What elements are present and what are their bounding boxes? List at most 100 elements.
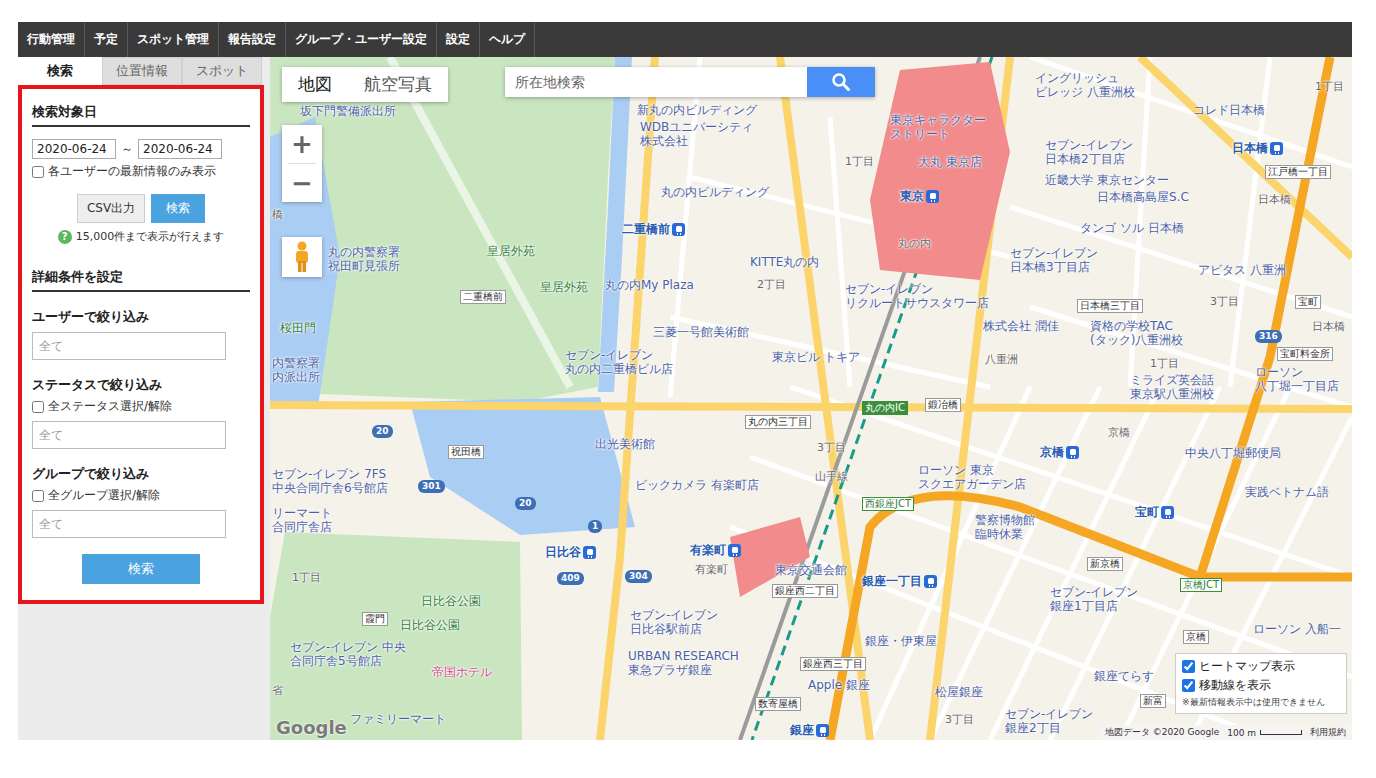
map-label[interactable]: 日本橋三丁目 (1077, 299, 1143, 313)
zoom-out-button[interactable]: − (291, 164, 313, 202)
filter-toggle-box[interactable] (32, 401, 44, 413)
map-label[interactable]: 3丁目 (945, 713, 974, 727)
map-label[interactable]: 301 (418, 480, 445, 493)
location-search-input[interactable] (505, 67, 807, 97)
map-label[interactable]: ファミリーマート (350, 712, 446, 726)
map-label[interactable]: 八重洲 (985, 353, 1018, 367)
map-label[interactable]: 京橋JCT (1180, 578, 1222, 592)
filter-input[interactable] (32, 421, 226, 449)
latest-only-checkbox[interactable]: 各ユーザーの最新情報のみ表示 (32, 163, 250, 180)
map-label[interactable]: 丸の内ビルディング (661, 185, 769, 199)
filter-toggle[interactable]: 全グループ選択/解除 (32, 487, 250, 504)
map-label[interactable]: 坂下門警備派出所 (300, 104, 396, 118)
map-label[interactable]: 409 (557, 572, 584, 585)
map-label[interactable]: 江戸橋一丁目 (1265, 165, 1331, 179)
nav-item[interactable]: 予定 (85, 22, 128, 57)
map-label[interactable]: 皇居外苑 (487, 244, 535, 258)
map-label[interactable]: 3丁目 (1210, 295, 1239, 309)
csv-button[interactable]: CSV出力 (77, 194, 145, 223)
map-label[interactable]: 有楽町 (695, 563, 728, 577)
map-label[interactable]: ローソン八丁堀一丁目店 (1255, 365, 1339, 393)
map-label[interactable]: 丸の内三丁目 (745, 415, 811, 429)
map-label[interactable]: セブン-イレブンリクルートサウスタワー店 (845, 282, 989, 310)
side-tab[interactable]: 位置情報 (102, 57, 182, 85)
map-label[interactable]: 日比谷公園 (421, 594, 481, 608)
map-label[interactable]: 株式会社 潤佳 (983, 319, 1059, 333)
map-label[interactable]: 3丁目 (817, 441, 846, 455)
nav-item[interactable]: スポット管理 (128, 22, 219, 57)
map-label[interactable]: セブン-イレブン日本橋3丁目店 (1010, 246, 1098, 274)
layer-toggle[interactable]: 移動線を表示 (1182, 677, 1340, 694)
map-label[interactable]: 1 (588, 520, 602, 533)
map-label[interactable]: 山手線 (815, 470, 848, 484)
map-label[interactable]: 松屋銀座 (935, 685, 983, 699)
map-label[interactable]: 東京交通会館 (775, 563, 847, 577)
map-label[interactable]: セブン-イレブン丸の内二重橋ビル店 (565, 348, 673, 376)
map-label[interactable]: 日比谷公園 (400, 618, 460, 632)
map-label[interactable]: 霞門 (362, 612, 388, 626)
map-label[interactable]: 1丁目 (1150, 357, 1179, 371)
terms-link[interactable]: 利用規約 (1310, 726, 1346, 739)
map-label[interactable]: 銀座てらす (1094, 669, 1154, 683)
map-label[interactable]: 実践ベトナム語 (1245, 485, 1329, 499)
map-label[interactable]: 316 (1255, 330, 1282, 343)
map-label[interactable]: 2丁目 (757, 278, 786, 292)
map-label[interactable]: セブン-イレブン 中央合同庁舎5号館店 (290, 640, 406, 668)
map-label[interactable]: コレド日本橋 (1193, 103, 1265, 117)
side-tab[interactable]: 検索 (18, 57, 102, 85)
map-label[interactable]: 宝町 (1135, 505, 1174, 519)
help-icon[interactable]: ? (58, 230, 72, 244)
map-label[interactable]: タンゴ ソル 日本橋 (1080, 221, 1184, 235)
map-label[interactable]: イングリッシュビレッジ 八重洲校 (1035, 71, 1135, 99)
map-label[interactable]: 1丁目 (1315, 80, 1344, 94)
map-label[interactable]: 日比谷 (545, 545, 596, 559)
map-label[interactable]: ミライズ英会話東京駅八重洲校 (1130, 373, 1214, 401)
map-label[interactable]: 20 (372, 425, 393, 438)
map-label[interactable]: 橋 (272, 208, 283, 222)
map-label[interactable]: 有楽町 (690, 543, 741, 557)
latest-only-box[interactable] (32, 166, 44, 178)
nav-item[interactable]: ヘルプ (480, 22, 535, 57)
map-label[interactable]: 20 (515, 497, 536, 510)
submit-button[interactable]: 検索 (82, 554, 200, 584)
map-label[interactable]: 大丸 東京店 (918, 155, 982, 169)
map-label[interactable]: WDBユニバーシティ株式会社 (640, 120, 753, 148)
map-label[interactable]: 鍛冶橋 (925, 398, 961, 412)
side-tab[interactable]: スポット (182, 57, 262, 85)
filter-toggle[interactable]: 全ステータス選択/解除 (32, 398, 250, 415)
map-label[interactable]: 東京キャラクターストリート (890, 113, 986, 141)
map[interactable]: 坂下門警備派出所新丸の内ビルディングWDBユニバーシティ株式会社丸の内ビルディン… (270, 57, 1352, 740)
map-label[interactable]: 1丁目 (292, 571, 321, 585)
map-label[interactable]: 出光美術館 (595, 437, 655, 451)
filter-input[interactable] (32, 510, 226, 538)
map-label[interactable]: ローソン 入船一 (1253, 622, 1341, 636)
map-label[interactable]: 新京橋 (1087, 557, 1123, 571)
map-label[interactable]: 皇居外苑 (540, 280, 588, 294)
map-label[interactable]: 宝町 (1295, 295, 1321, 309)
map-label[interactable]: 銀座 (790, 723, 829, 737)
map-label[interactable]: 丸の内IC (862, 401, 908, 415)
layer-checkbox[interactable] (1182, 660, 1195, 673)
map-label[interactable]: 警察博物館臨時休業 (975, 513, 1035, 541)
map-label[interactable]: 桜田門 (280, 321, 316, 335)
map-label[interactable]: 三菱一号館美術館 (653, 325, 749, 339)
map-label[interactable]: リーマート合同庁舎店 (272, 506, 332, 534)
map-label[interactable]: 銀座一丁目 (862, 574, 937, 588)
map-label[interactable]: 1丁目 (845, 155, 874, 169)
map-label[interactable]: 資格の学校TAC(タック)八重洲校 (1090, 319, 1183, 347)
map-label[interactable]: 日本橋 (1258, 193, 1291, 207)
map-type-tab[interactable]: 地図 (282, 67, 348, 102)
nav-item[interactable]: グループ・ユーザー設定 (286, 22, 437, 57)
map-label[interactable]: 丸の内 (898, 237, 931, 251)
map-label[interactable]: 京橋 (1183, 630, 1209, 644)
map-label[interactable]: 新富 (1140, 694, 1166, 708)
map-label[interactable]: 東京ビル トキア (772, 350, 860, 364)
date-to-input[interactable] (138, 139, 222, 159)
map-label[interactable]: 東京 (900, 189, 939, 203)
map-label[interactable]: KITTE丸の内 (750, 255, 819, 269)
map-label[interactable]: セブン-イレブン日比谷駅前店 (630, 608, 718, 636)
map-label[interactable]: 近畿大学 東京センター (1045, 173, 1169, 187)
location-search-button[interactable] (807, 67, 875, 97)
map-label[interactable]: 二重橋前 (460, 290, 506, 304)
map-label[interactable]: 日本橋 (1312, 320, 1345, 334)
